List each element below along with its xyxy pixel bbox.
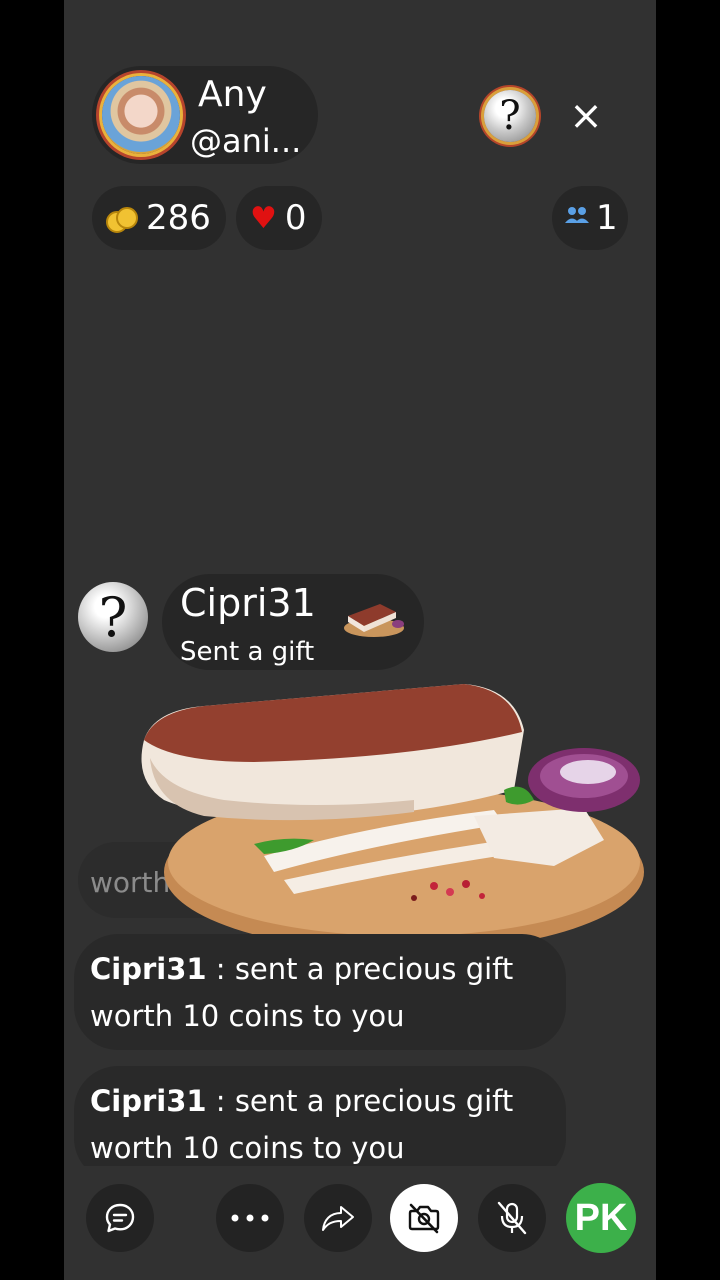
live-stream-screen: Any @ani... ? × 286 ♥ 0 1 worth 20 coins… xyxy=(64,0,656,1280)
chat-username[interactable]: Cipri31 xyxy=(90,1084,207,1118)
chat-message: Cipri31 : sent a precious gift worth 10 … xyxy=(74,934,566,1050)
microphone-toggle-button[interactable] xyxy=(478,1184,546,1252)
chat-button[interactable] xyxy=(86,1184,154,1252)
chat-username[interactable]: Cipri31 xyxy=(90,952,207,986)
microphone-off-icon xyxy=(497,1201,527,1235)
chat-message-text: sent a precious gift xyxy=(234,952,514,986)
chat-separator: : xyxy=(206,1084,235,1118)
chat-separator: : xyxy=(206,952,235,986)
chat-message-text: worth 10 coins to you xyxy=(90,1131,405,1165)
more-dots-icon xyxy=(231,1214,269,1222)
chat-bubble-icon xyxy=(105,1203,135,1233)
camera-toggle-button[interactable] xyxy=(390,1184,458,1252)
chat-list[interactable]: Cipri31 : sent a precious gift worth 10 … xyxy=(64,0,656,1166)
share-arrow-icon xyxy=(322,1206,354,1231)
chat-message-text: sent a precious gift xyxy=(234,1084,514,1118)
chat-message: Cipri31 : sent a precious gift worth 10 … xyxy=(74,1066,566,1166)
more-options-button[interactable] xyxy=(216,1184,284,1252)
chat-message-text: worth 10 coins to you xyxy=(90,999,405,1033)
share-button[interactable] xyxy=(304,1184,372,1252)
pk-battle-button[interactable]: PK xyxy=(566,1183,636,1253)
camera-off-icon xyxy=(408,1203,440,1234)
